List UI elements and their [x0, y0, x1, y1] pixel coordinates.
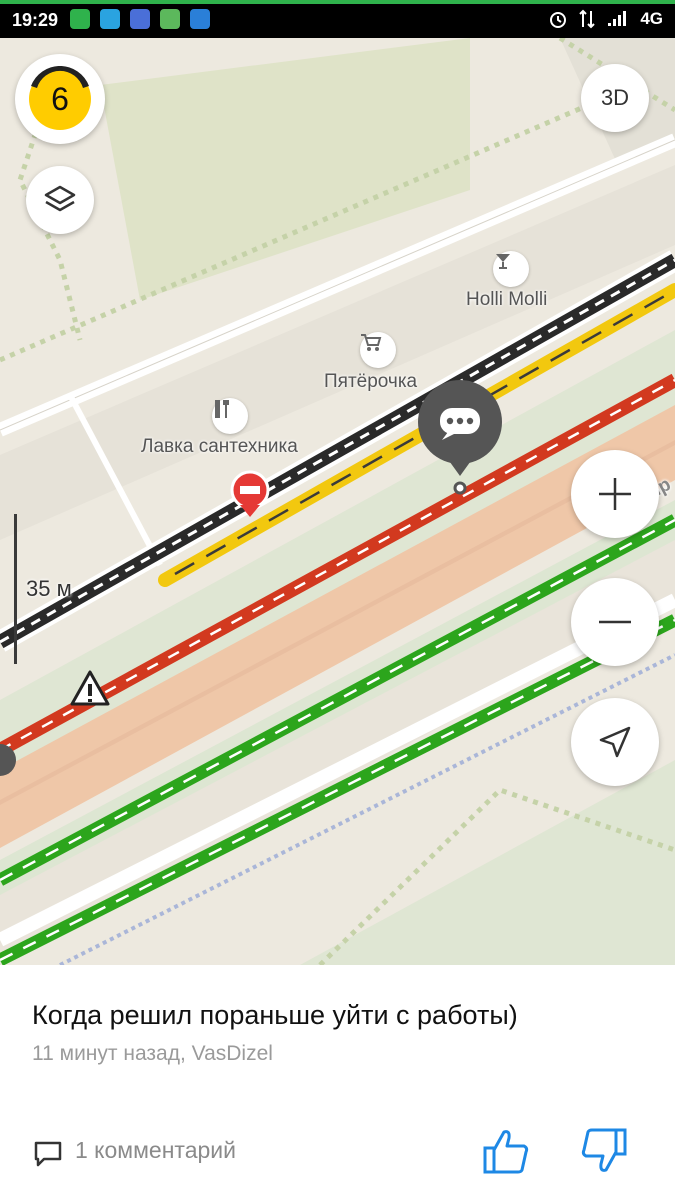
park-lower — [300, 760, 675, 965]
thumbs-down-icon — [581, 1128, 627, 1172]
comment-icon — [34, 1141, 62, 1167]
status-bar: 19:29 4G — [0, 0, 675, 38]
network-type: 4G — [640, 9, 663, 28]
comments-link[interactable] — [32, 1138, 64, 1175]
shopping-cart-icon[interactable] — [360, 332, 396, 368]
scale-bar — [14, 514, 17, 664]
zoom-out-button[interactable] — [571, 578, 659, 666]
3d-toggle-button[interactable]: 3D — [581, 64, 649, 132]
scale-label: 35 м — [26, 576, 72, 601]
locate-me-button[interactable] — [571, 698, 659, 786]
telegram-icon — [100, 9, 120, 29]
minus-icon — [599, 620, 631, 624]
traffic-score: 6 — [51, 80, 69, 117]
status-right: 4G — [548, 9, 663, 29]
foursquare-icon — [190, 9, 210, 29]
status-accent-line — [0, 0, 675, 4]
navigation-arrow-icon — [599, 726, 631, 758]
poi-label-lavka[interactable]: Лавка сантехника — [141, 436, 298, 458]
layers-button[interactable] — [26, 166, 94, 234]
zoom-in-button[interactable] — [571, 450, 659, 538]
shield-app-icon — [70, 9, 90, 29]
thumbs-up-icon — [483, 1130, 529, 1174]
dislike-button[interactable] — [580, 1126, 628, 1181]
comments-label[interactable]: 1 комментарий — [75, 1137, 236, 1164]
tools-icon[interactable] — [212, 398, 248, 434]
traffic-score-button[interactable]: 6 — [15, 54, 105, 144]
layers-icon — [44, 185, 76, 212]
poi-label-holli-molli[interactable]: Holli Molli — [466, 289, 547, 311]
game-app-icon — [160, 9, 180, 29]
app-notification-icon — [130, 9, 150, 29]
status-time: 19:29 — [12, 10, 59, 30]
cocktail-icon[interactable] — [493, 251, 529, 287]
post-meta: 11 минут назад, VasDizel — [32, 1042, 273, 1065]
like-button[interactable] — [482, 1126, 530, 1181]
poi-label-pyaterochka[interactable]: Пятёрочка — [324, 371, 417, 393]
data-transfer-icon — [579, 9, 596, 29]
park-area — [100, 38, 470, 300]
alarm-icon — [550, 12, 567, 28]
signal-icon — [608, 11, 627, 26]
post-text: Когда решил пораньше уйти с работы) — [32, 1000, 518, 1030]
plus-icon — [599, 478, 631, 510]
